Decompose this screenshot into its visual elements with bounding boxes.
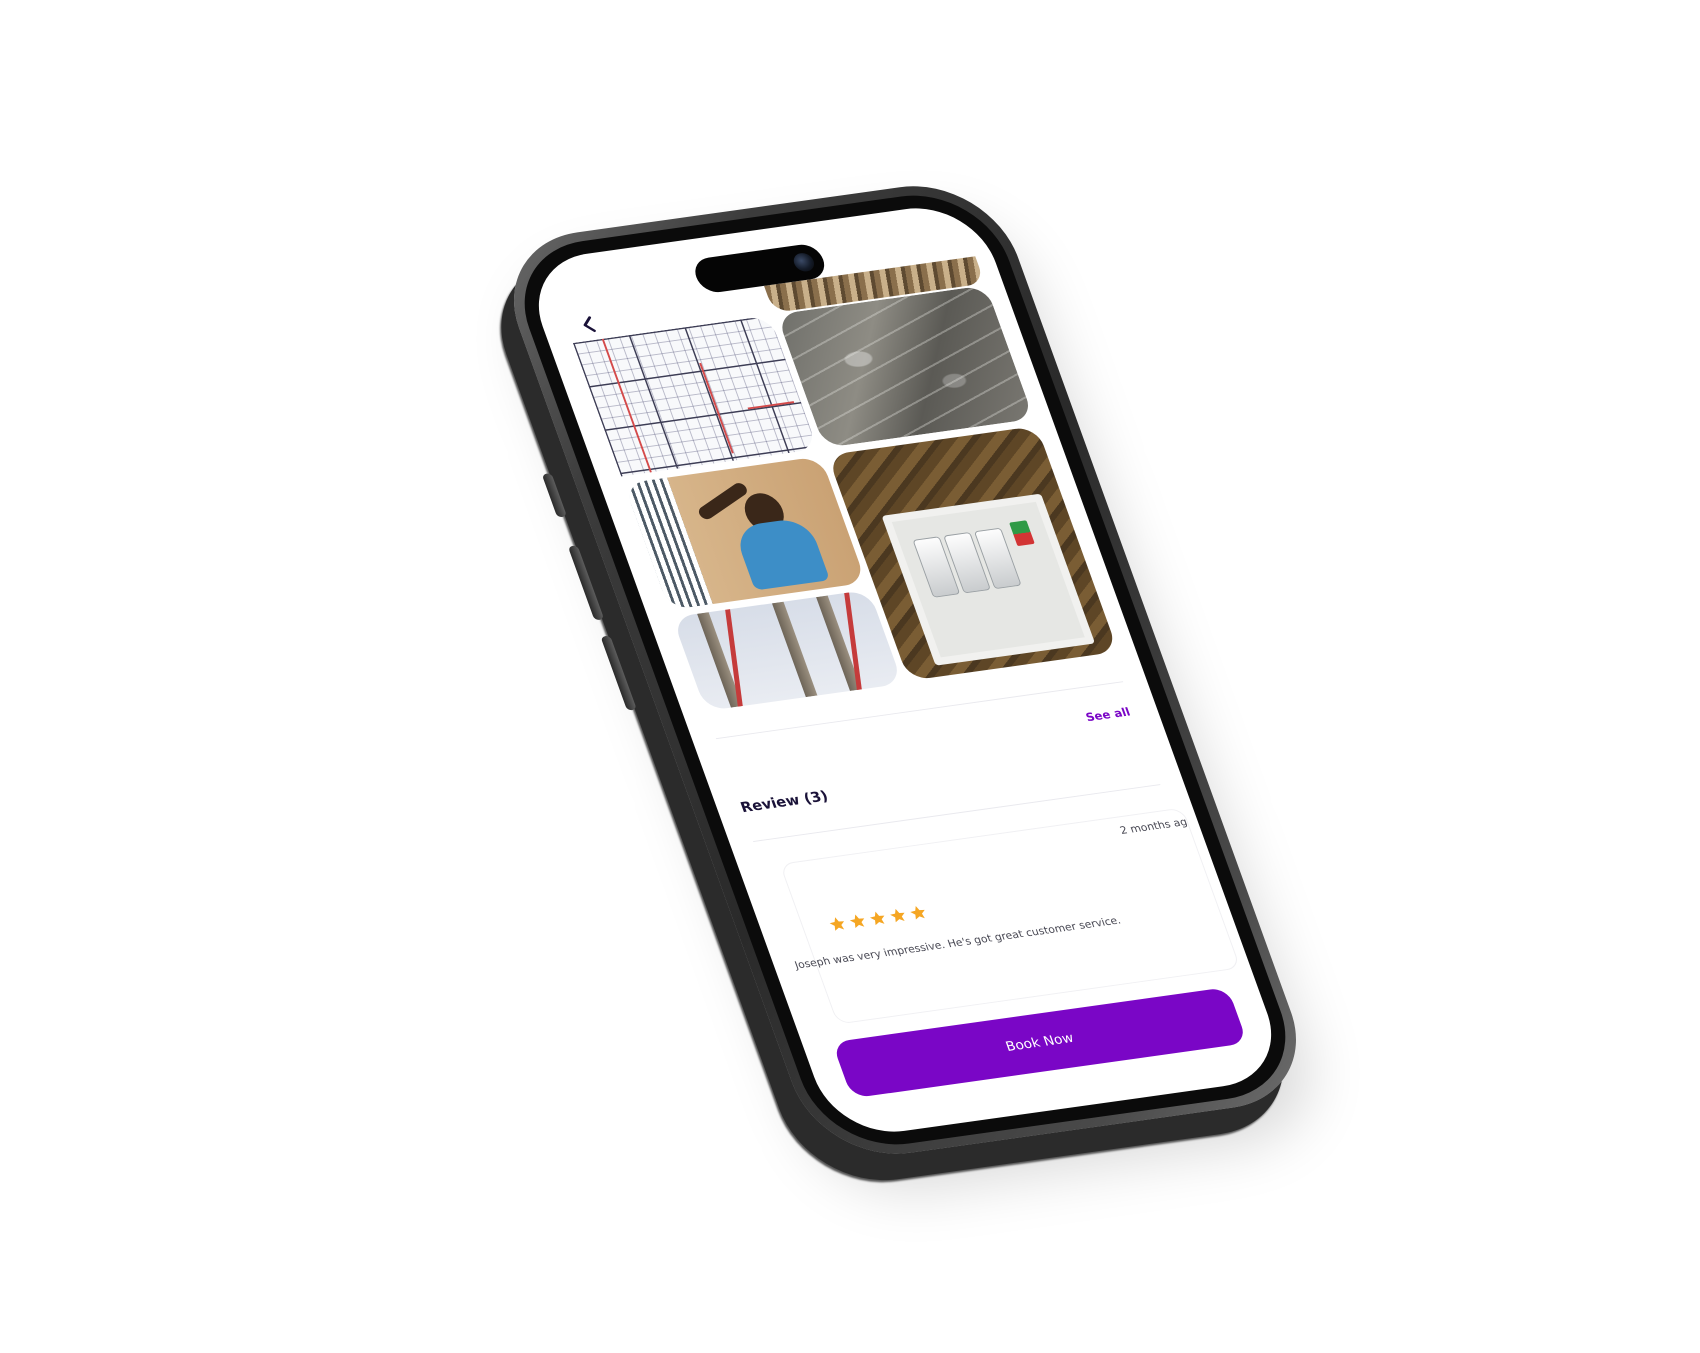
phone-mockup: See all Review (3) 2 months ag Joseph wa…	[488, 174, 1322, 1166]
floor-plan-blueprint-photo[interactable]	[572, 315, 818, 477]
review-timestamp: 2 months ag	[1118, 815, 1189, 837]
concrete-wall-photo[interactable]	[776, 285, 1034, 449]
star-icon	[910, 905, 925, 920]
camera-lens	[791, 251, 817, 273]
review-card: 2 months ag Joseph was very impressive. …	[779, 807, 1241, 1025]
mockup-stage: See all Review (3) 2 months ag Joseph wa…	[0, 0, 1700, 1353]
star-icon	[890, 908, 905, 923]
star-rating	[826, 903, 930, 933]
action-button	[541, 473, 568, 518]
reviews-header: See all Review (3)	[723, 701, 1156, 830]
volume-up-button	[567, 545, 605, 621]
see-all-link[interactable]: See all	[1084, 705, 1132, 724]
chevron-left-icon	[583, 316, 596, 333]
star-icon	[869, 911, 885, 926]
utility-poles-photo[interactable]	[672, 589, 903, 712]
app-screen: See all Review (3) 2 months ag Joseph wa…	[519, 199, 1291, 1141]
electrician-at-window-photo[interactable]	[623, 456, 867, 611]
star-icon	[849, 914, 865, 928]
star-icon	[829, 917, 845, 931]
reviews-title: Review (3)	[738, 787, 831, 816]
volume-down-button	[600, 635, 637, 711]
